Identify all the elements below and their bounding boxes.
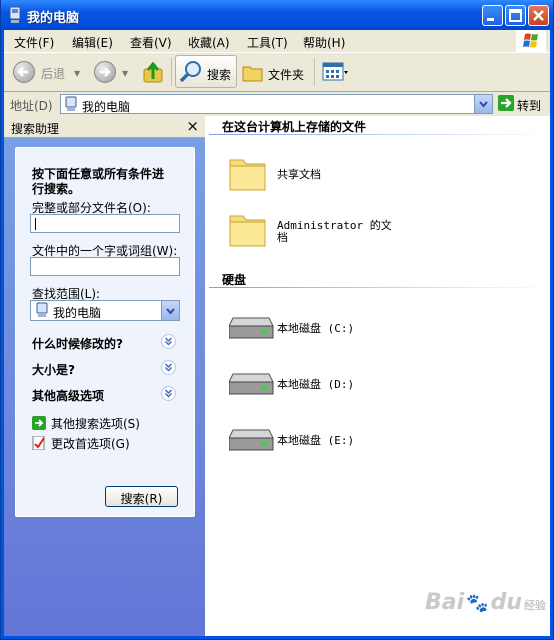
when-modified-label[interactable]: 什么时候修改的?: [32, 335, 123, 352]
maximize-button[interactable]: [505, 5, 526, 26]
hard-drive-icon[interactable]: [229, 426, 275, 452]
explorer-window: 我的电脑 文件(F) 编辑(E) 查看(V) 收藏(A) 工具(T) 帮助(H): [0, 0, 554, 640]
search-submit-label: 搜索(R): [120, 492, 163, 506]
scope-dropdown-button[interactable]: [161, 301, 179, 320]
scope-value: 我的电脑: [53, 306, 102, 320]
magnifier-icon: [179, 61, 201, 83]
drive-d-label[interactable]: 本地磁盘 (D:): [277, 376, 354, 392]
views-icon[interactable]: [322, 62, 348, 82]
toolbar-separator: [314, 58, 315, 86]
go-label: 转到: [517, 99, 542, 113]
text-caret: [35, 218, 36, 230]
user-folder-icon[interactable]: [229, 208, 267, 248]
folders-label[interactable]: 文件夹: [268, 66, 304, 83]
address-dropdown-button[interactable]: [474, 95, 492, 113]
standard-toolbar: 后退 ▼ ▼ 搜索 文件夹: [4, 52, 550, 92]
group-divider: [209, 287, 549, 288]
search-label: 搜索: [207, 68, 232, 82]
content-pane: 在这台计算机上存储的文件 共享文档 Administrator 的文 档 硬盘 …: [205, 116, 550, 636]
watermark-brand: Bai: [425, 590, 465, 615]
back-label[interactable]: 后退: [41, 65, 65, 82]
menu-bar: 文件(F) 编辑(E) 查看(V) 收藏(A) 工具(T) 帮助(H): [4, 30, 550, 52]
go-arrow-icon: [498, 95, 514, 111]
menu-file[interactable]: 文件(F): [14, 34, 54, 51]
double-chevron-down-icon: [164, 363, 173, 372]
watermark-suffix: 经验: [524, 599, 546, 612]
shared-documents-label[interactable]: 共享文档: [277, 166, 321, 182]
filename-input[interactable]: [30, 214, 180, 233]
menu-edit[interactable]: 编辑(E): [72, 34, 113, 51]
expand-advanced[interactable]: [161, 386, 176, 401]
close-button[interactable]: [528, 5, 549, 26]
my-computer-icon: [36, 302, 48, 317]
hard-disks-group-title: 硬盘: [222, 273, 247, 287]
menu-help[interactable]: 帮助(H): [303, 34, 345, 51]
assistant-title: 搜索助理: [11, 122, 60, 136]
up-folder-icon[interactable]: [142, 59, 166, 85]
close-icon[interactable]: ×: [186, 117, 199, 135]
administrator-docs-label-line1[interactable]: Administrator 的文: [277, 217, 392, 233]
files-group-title: 在这台计算机上存储的文件: [222, 120, 367, 134]
menu-view[interactable]: 查看(V): [130, 34, 172, 51]
maximize-icon: [509, 9, 522, 22]
search-submit-button[interactable]: 搜索(R): [105, 486, 178, 507]
administrator-docs-label-line2[interactable]: 档: [277, 229, 288, 245]
go-button[interactable]: 转到: [496, 94, 546, 114]
search-criteria-panel: 按下面任意或所有条件进 行搜索。 完整或部分文件名(O): 文件中的一个字或词组…: [15, 147, 195, 517]
address-field[interactable]: 我的电脑: [60, 94, 493, 114]
search-button[interactable]: 搜索: [175, 55, 237, 88]
menu-tools[interactable]: 工具(T): [247, 34, 288, 51]
minimize-icon: [487, 18, 494, 21]
folders-icon[interactable]: [242, 63, 264, 83]
my-computer-icon: [65, 96, 77, 111]
shared-folder-icon[interactable]: [229, 152, 267, 192]
windows-flag-icon: [523, 33, 538, 48]
menu-favorites[interactable]: 收藏(A): [188, 34, 230, 51]
scope-select[interactable]: 我的电脑: [30, 300, 180, 321]
chevron-down-icon: [166, 308, 175, 315]
forward-arrow-icon: [100, 67, 111, 77]
change-preferences-link[interactable]: 更改首选项(G): [51, 435, 130, 452]
size-label[interactable]: 大小是?: [32, 361, 75, 378]
phrase-input[interactable]: [30, 257, 180, 276]
paw-icon: 🐾: [466, 593, 489, 614]
hard-drive-icon[interactable]: [229, 314, 275, 340]
window-title: 我的电脑: [27, 11, 80, 26]
address-label: 地址(D): [10, 99, 53, 113]
advanced-options-label[interactable]: 其他高级选项: [32, 387, 104, 404]
drive-e-label[interactable]: 本地磁盘 (E:): [277, 432, 354, 448]
hard-drive-icon[interactable]: [229, 370, 275, 396]
minimize-button[interactable]: [482, 5, 503, 26]
drive-c-label[interactable]: 本地磁盘 (C:): [277, 320, 354, 336]
green-arrow-icon: [32, 416, 46, 430]
other-search-options-link[interactable]: 其他搜索选项(S): [51, 415, 140, 432]
baidu-watermark: Bai 🐾du 经验: [425, 590, 546, 615]
forward-button[interactable]: [94, 61, 116, 83]
expand-when-modified[interactable]: [161, 334, 176, 349]
watermark-du: du: [490, 590, 522, 615]
address-value: 我的电脑: [82, 100, 131, 114]
search-prompt-line2: 行搜索。: [32, 182, 81, 196]
assistant-header: 搜索助理 ×: [4, 116, 205, 138]
expand-size[interactable]: [161, 360, 176, 375]
forward-dropdown-icon[interactable]: ▼: [122, 69, 128, 78]
back-arrow-icon: [17, 67, 28, 77]
search-assistant-pane: 搜索助理 × 按下面任意或所有条件进 行搜索。 完整或部分文件名(O): 文件中…: [4, 116, 205, 636]
back-dropdown-icon[interactable]: ▼: [74, 69, 80, 78]
chevron-down-icon: [479, 101, 488, 108]
double-chevron-down-icon: [164, 337, 173, 346]
double-chevron-down-icon: [164, 389, 173, 398]
my-computer-icon: [9, 6, 21, 23]
title-bar[interactable]: 我的电脑: [1, 0, 553, 30]
close-icon: [533, 10, 544, 21]
windows-logo: [516, 30, 546, 52]
address-bar: 地址(D) 我的电脑 转到: [4, 92, 550, 116]
toolbar-separator: [171, 58, 172, 86]
group-divider: [209, 134, 549, 135]
back-button[interactable]: [13, 61, 35, 83]
preferences-icon: [32, 436, 45, 450]
